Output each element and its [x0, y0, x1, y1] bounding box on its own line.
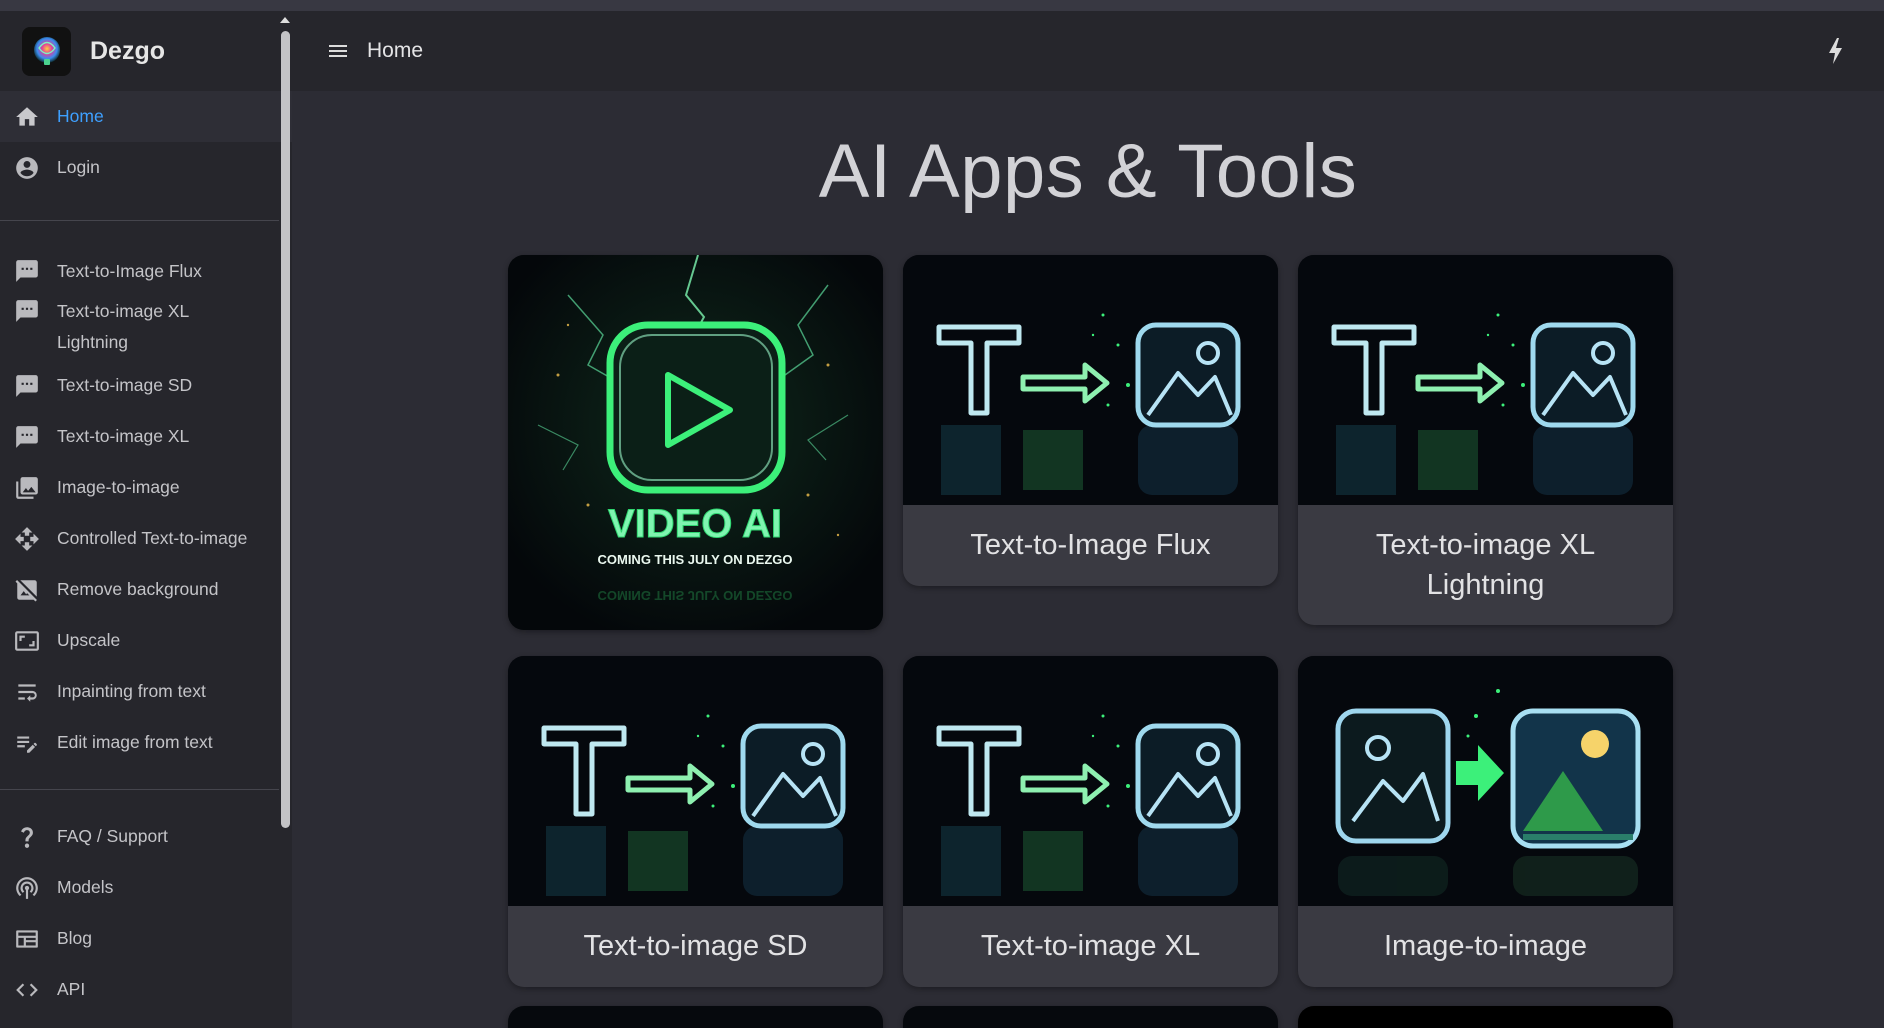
text-to-image-art: [903, 656, 1278, 906]
video-ai-image: VIDEO AI COMING THIS JULY ON DEZGO COMIN…: [508, 255, 883, 630]
sidebar-item-home[interactable]: Home: [0, 91, 292, 142]
sidebar-item-inpainting-from-text[interactable]: Inpainting from text: [0, 666, 292, 717]
image-to-image-art: [1298, 656, 1673, 906]
chat-bubble-icon: [14, 258, 40, 284]
wrap-text-icon: [14, 679, 40, 705]
card-image-to-image[interactable]: Image-to-image: [1298, 656, 1673, 987]
sidebar-item-edit-image-from-text[interactable]: Edit image from text: [0, 717, 292, 768]
sidebar-item-models[interactable]: Models: [0, 862, 292, 913]
card-video-ai[interactable]: VIDEO AI COMING THIS JULY ON DEZGO COMIN…: [508, 255, 883, 630]
sidebar-item-label: Upscale: [57, 630, 121, 650]
app-bar: Home: [292, 11, 1884, 91]
sidebar-item-text-to-image-flux[interactable]: Text-to-Image Flux: [0, 248, 292, 294]
card-label: Text-to-image XL Lightning: [1375, 529, 1596, 601]
brand-name: Dezgo: [90, 36, 165, 65]
sidebar-item-text-to-image-xl-lightning[interactable]: Text-to-image XL Lightning: [0, 294, 292, 360]
home-icon: [14, 104, 40, 130]
sidebar-item-label: Text-to-Image Flux: [57, 260, 202, 281]
image-icon: [14, 475, 40, 501]
sidebar-item-text-to-image-sd[interactable]: Text-to-image SD: [0, 360, 292, 411]
sidebar-item-label: Inpainting from text: [57, 681, 206, 701]
sidebar-item-label: Home: [57, 106, 104, 126]
move-arrows-icon: [14, 526, 40, 552]
sidebar-item-label: Blog: [57, 928, 93, 948]
text-to-image-art: [1298, 255, 1673, 505]
hamburger-menu-icon[interactable]: [324, 37, 352, 65]
card-text-to-image-flux[interactable]: Text-to-Image Flux: [903, 255, 1278, 586]
card-label: Text-to-Image Flux: [970, 529, 1211, 561]
card-text-to-image-xl-lightning[interactable]: Text-to-image XL Lightning: [1298, 255, 1673, 625]
sidebar-item-label: API: [57, 979, 86, 999]
sidebar-item-upscale[interactable]: Upscale: [0, 615, 292, 666]
sidebar-item-label: Image-to-image: [57, 477, 180, 497]
video-ai-logo-subtext: COMING THIS JULY ON DEZGO: [597, 552, 792, 567]
header-title: Home: [367, 39, 424, 62]
sidebar-item-label: Models: [57, 877, 114, 897]
video-ai-logo-text: VIDEO AI: [608, 502, 782, 546]
sidebar-item-label: Text-to-image XL: [57, 426, 190, 446]
brand[interactable]: Dezgo: [0, 11, 292, 91]
sidebar-item-label: Controlled Text-to-image: [57, 528, 248, 548]
sidebar-item-api[interactable]: API: [0, 964, 292, 1015]
hide-image-icon: [14, 577, 40, 603]
card-label: Text-to-image SD: [583, 930, 808, 962]
sidebar-item-login[interactable]: Login: [0, 142, 292, 193]
sidebar-item-label: Edit image from text: [57, 732, 213, 752]
lightning-bolt-icon[interactable]: [1826, 37, 1846, 65]
account-circle-icon: [14, 155, 40, 181]
sidebar-item-label: Remove background: [57, 579, 219, 599]
text-to-image-art: [903, 255, 1278, 505]
sidebar-item-label: FAQ / Support: [57, 826, 168, 846]
dezgo-logo: [22, 26, 71, 76]
sidebar-item-label: Login: [57, 157, 100, 177]
sidebar-item-blog[interactable]: Blog: [0, 913, 292, 964]
card-label: Image-to-image: [1383, 930, 1588, 962]
card-partial[interactable]: [903, 1006, 1278, 1028]
code-icon: [14, 977, 40, 1003]
card-text-to-image-sd[interactable]: Text-to-image SD: [508, 656, 883, 987]
card-text-to-image-xl[interactable]: Text-to-image XL: [903, 656, 1278, 987]
model-icon: [14, 875, 40, 901]
sidebar-item-faq-support[interactable]: FAQ / Support: [0, 811, 292, 862]
sidebar-item-text-to-image-xl[interactable]: Text-to-image XL: [0, 411, 292, 462]
chat-bubble-icon: [14, 298, 40, 324]
sidebar-item-label: Text-to-image SD: [57, 375, 193, 395]
sidebar-item-remove-background[interactable]: Remove background: [0, 564, 292, 615]
sidebar: Dezgo Home Login Text-to-Image Flux Text…: [0, 11, 292, 1028]
sidebar-item-label: Text-to-image XL Lightning: [57, 301, 189, 352]
scroll-up-arrow[interactable]: [280, 17, 290, 23]
page-title: AI Apps & Tools: [818, 129, 1358, 214]
sidebar-item-image-to-image[interactable]: Image-to-image: [0, 462, 292, 513]
card-partial[interactable]: [1298, 1006, 1673, 1028]
svg-text:COMING THIS JULY ON DEZGO: COMING THIS JULY ON DEZGO: [597, 588, 792, 603]
question-icon: [14, 824, 40, 850]
card-label: Text-to-image XL: [980, 930, 1201, 962]
card-partial[interactable]: [508, 1006, 883, 1028]
edit-note-icon: [14, 730, 40, 756]
chat-bubble-icon: [14, 424, 40, 450]
window-top-strip: [0, 0, 1884, 11]
aspect-ratio-icon: [14, 628, 40, 654]
sidebar-scrollbar[interactable]: [281, 31, 290, 828]
chat-bubble-icon: [14, 373, 40, 399]
sidebar-item-controlled-text-to-image[interactable]: Controlled Text-to-image: [0, 513, 292, 564]
blog-icon: [14, 926, 40, 952]
text-to-image-art: [508, 656, 883, 906]
